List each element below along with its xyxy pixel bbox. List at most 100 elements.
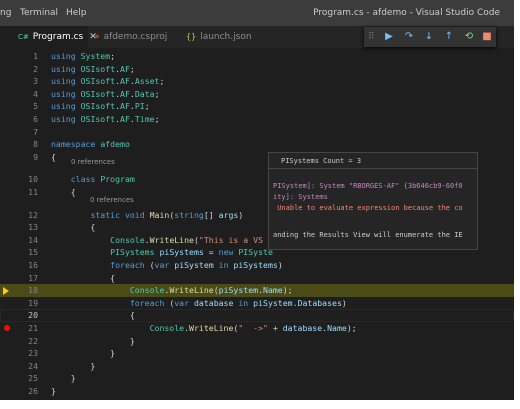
code-text[interactable]: using OSIsoft.AF.Asset; (51, 75, 164, 88)
code-line[interactable]: 16 foreach (var piSystem in piSystems) (0, 259, 514, 272)
current-statement-arrow-icon[interactable] (3, 286, 9, 295)
code-line[interactable]: 17 { (0, 272, 514, 285)
code-line[interactable]: 4 using OSIsoft.AF.Data; (0, 88, 514, 101)
code-line[interactable]: 2 using OSIsoft.AF; (0, 63, 514, 76)
code-text[interactable]: namespace afdemo (51, 138, 130, 151)
line-number[interactable]: 24 (14, 360, 38, 373)
line-number[interactable]: 23 (14, 347, 38, 360)
code-text[interactable]: } (51, 385, 56, 398)
code-text[interactable]: { (51, 272, 115, 285)
code-text[interactable]: using OSIsoft.AF; (51, 63, 135, 76)
code-text[interactable]: { (51, 151, 56, 164)
line-number[interactable]: 19 (14, 297, 38, 310)
code-line[interactable]: 24 } (0, 360, 514, 373)
step-out-icon[interactable]: ↑ (442, 27, 456, 47)
code-line[interactable]: 1 using System; (0, 50, 514, 63)
line-number[interactable]: 16 (14, 259, 38, 272)
drag-handle-icon[interactable]: ⠿ (368, 27, 375, 47)
tab-label: launch.json (200, 32, 252, 42)
code-text[interactable]: { (51, 186, 76, 199)
window-edge (514, 0, 520, 409)
code-line[interactable]: 20 { (0, 309, 514, 322)
debug-toolbar: ⠿ ▶ ↷ ↓ ↑ ⟲ ■ (364, 27, 496, 47)
restart-icon[interactable]: ⟲ (462, 27, 476, 47)
vscode-window: ng Terminal Help Program.cs - afdemo - V… (0, 0, 514, 400)
menu-item-go[interactable]: ng (0, 0, 11, 26)
code-line[interactable]: 25 } (0, 372, 514, 385)
line-number[interactable]: 8 (14, 138, 38, 151)
line-number[interactable]: 12 (14, 209, 38, 222)
window-title: Program.cs - afdemo - Visual Studio Code (313, 8, 500, 18)
code-line[interactable]: 19 foreach (var database in piSystem.Dat… (0, 297, 514, 310)
code-text[interactable]: using System; (51, 50, 115, 63)
hover-row[interactable]: ity]: Systems (273, 192, 328, 203)
code-text[interactable]: { (51, 221, 95, 234)
line-number[interactable]: 1 (14, 50, 38, 63)
code-line[interactable]: 22 } (0, 335, 514, 348)
line-number[interactable]: 6 (14, 113, 38, 126)
line-number[interactable]: 14 (14, 234, 38, 247)
code-line[interactable]: 23 } (0, 347, 514, 360)
stop-icon[interactable]: ■ (480, 27, 494, 47)
code-text[interactable]: } (51, 360, 95, 373)
code-text[interactable]: { (51, 309, 135, 322)
line-number[interactable]: 21 (14, 322, 38, 335)
line-number[interactable]: 25 (14, 372, 38, 385)
tab-afdemo-csproj[interactable]: » afdemo.csproj (94, 26, 170, 48)
line-number[interactable]: 9 (14, 151, 38, 164)
line-number[interactable]: 26 (14, 385, 38, 398)
code-text[interactable]: using OSIsoft.AF.Time; (51, 113, 160, 126)
code-text[interactable]: static void Main(string[] args) (51, 209, 243, 222)
line-number[interactable]: 11 (14, 186, 38, 199)
tab-label: Program.cs (32, 32, 84, 42)
code-text[interactable]: class Program (51, 173, 135, 186)
code-text[interactable]: } (51, 372, 76, 385)
menu-item-terminal[interactable]: Terminal (20, 0, 58, 26)
line-number[interactable]: 4 (14, 88, 38, 101)
hover-row[interactable]: PISystem]: System "RBORGES-AF" {3b646cb9… (273, 181, 463, 192)
code-text[interactable]: } (51, 335, 135, 348)
line-number[interactable]: 17 (14, 272, 38, 285)
code-text[interactable]: PISystems piSystems = new PISyste (51, 246, 273, 259)
continue-icon[interactable]: ▶ (382, 27, 396, 47)
code-line[interactable]: 21 Console.WriteLine(" ->" + database.Na… (0, 322, 514, 335)
code-text[interactable]: foreach (var piSystem in piSystems) (51, 259, 283, 272)
step-over-icon[interactable]: ↷ (402, 27, 416, 47)
line-number[interactable]: 7 (14, 126, 38, 139)
csharp-file-icon: C# (18, 33, 29, 41)
window-edge (0, 400, 520, 409)
line-number[interactable]: 13 (14, 221, 38, 234)
code-text[interactable]: Console.WriteLine(piSystem.Name); (51, 284, 293, 297)
line-number[interactable]: 15 (14, 246, 38, 259)
line-number[interactable]: 18 (14, 284, 38, 297)
tab-program-cs[interactable]: C# Program.cs ✕ (0, 26, 97, 48)
code-text[interactable]: Console.WriteLine(" ->" + database.Name)… (51, 322, 357, 335)
debug-hover-widget[interactable]: PISystems Count = 3 PISystem]: System "R… (268, 152, 478, 250)
line-number[interactable]: 20 (14, 309, 38, 322)
code-text[interactable]: using OSIsoft.AF.PI; (51, 100, 150, 113)
code-text[interactable]: } (51, 347, 115, 360)
hover-row: anding the Results View will enumerate t… (273, 231, 463, 239)
step-into-icon[interactable]: ↓ (422, 27, 436, 47)
code-text[interactable]: using OSIsoft.AF.Data; (51, 88, 160, 101)
code-line[interactable]: 6 using OSIsoft.AF.Time; (0, 113, 514, 126)
hover-header[interactable]: PISystems Count = 3 (269, 153, 477, 169)
line-number[interactable]: 22 (14, 335, 38, 348)
code-line[interactable]: 26} (0, 385, 514, 398)
title-bar: ng Terminal Help Program.cs - afdemo - V… (0, 0, 514, 26)
code-line[interactable]: 5 using OSIsoft.AF.PI; (0, 100, 514, 113)
rss-file-icon: » (94, 32, 100, 42)
line-number[interactable]: 5 (14, 100, 38, 113)
code-line[interactable]: 18 Console.WriteLine(piSystem.Name); (0, 284, 514, 297)
hover-row: Unable to evaluate expression because th… (273, 204, 463, 212)
code-line[interactable]: 8 namespace afdemo (0, 138, 514, 151)
code-line[interactable]: 7 (0, 126, 514, 139)
line-number[interactable]: 3 (14, 75, 38, 88)
tab-launch-json[interactable]: {} launch.json (186, 26, 256, 48)
code-line[interactable]: 3 using OSIsoft.AF.Asset; (0, 75, 514, 88)
menu-item-help[interactable]: Help (66, 0, 87, 26)
line-number[interactable]: 2 (14, 63, 38, 76)
line-number[interactable]: 10 (14, 173, 38, 186)
code-text[interactable]: Console.WriteLine("This is a VS C (51, 234, 273, 247)
code-text[interactable]: foreach (var database in piSystem.Databa… (51, 297, 347, 310)
